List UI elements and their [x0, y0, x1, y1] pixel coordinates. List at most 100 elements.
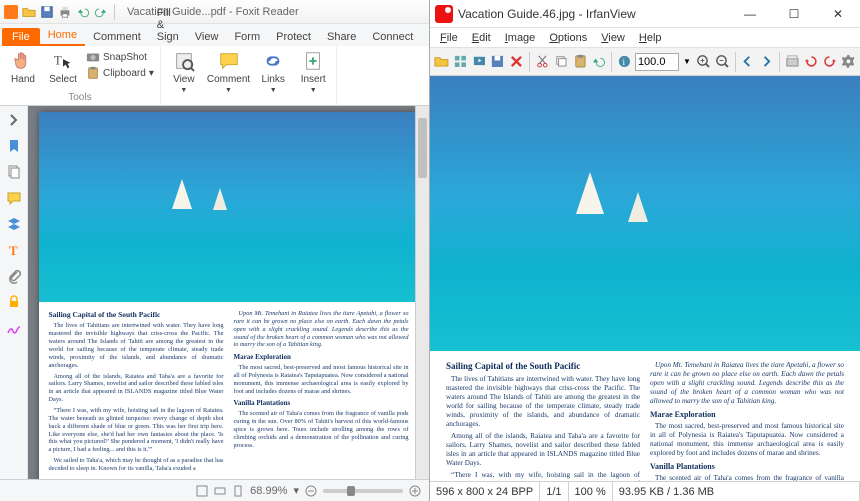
comment-icon — [218, 50, 240, 72]
open-icon[interactable] — [433, 52, 450, 72]
paragraph: “There I was, with my wife, hoisting sai… — [49, 407, 224, 454]
print-icon[interactable] — [58, 5, 72, 19]
comments-panel-icon[interactable] — [6, 190, 22, 206]
tab-view[interactable]: View — [187, 28, 227, 46]
chevron-down-icon: ▼ — [180, 87, 187, 94]
prev-image-icon[interactable] — [739, 52, 756, 72]
next-image-icon[interactable] — [758, 52, 775, 72]
fit-visible-icon[interactable] — [232, 485, 244, 497]
save-icon[interactable] — [40, 5, 54, 19]
paragraph: We sailed to Taha'a, which may be though… — [49, 457, 224, 473]
paragraph: The scented air of Taha'a comes from the… — [650, 474, 844, 481]
irfanview-toolbar: i ▼ — [430, 48, 860, 76]
menu-view[interactable]: View — [595, 30, 631, 46]
security-icon[interactable] — [6, 294, 22, 310]
links-icon — [262, 50, 284, 72]
zoom-out-icon[interactable] — [305, 485, 317, 497]
irfanview-menubar: File Edit Image Options View Help — [430, 28, 860, 48]
settings-icon[interactable] — [840, 52, 857, 72]
insert-button[interactable]: Insert▼ — [296, 50, 330, 94]
page-text-columns: Sailing Capital of the South Pacific The… — [430, 351, 860, 481]
pages-icon[interactable] — [6, 164, 22, 180]
comment-button[interactable]: Comment▼ — [207, 50, 250, 94]
hand-icon — [12, 50, 34, 72]
thumbnails-icon[interactable] — [452, 52, 469, 72]
open-icon[interactable] — [22, 5, 36, 19]
fit-width-icon[interactable] — [214, 485, 226, 497]
irfanview-title: Vacation Guide.46.jpg - IrfanView — [458, 7, 728, 21]
chevron-down-icon[interactable]: ▾ — [293, 484, 299, 497]
menu-options[interactable]: Options — [543, 30, 593, 46]
tab-home[interactable]: Home — [40, 26, 85, 46]
rotate-left-icon[interactable] — [803, 52, 820, 72]
text-tool-icon[interactable]: T — [6, 242, 22, 258]
zoom-input[interactable] — [635, 53, 679, 71]
menu-help[interactable]: Help — [633, 30, 668, 46]
zoom-in-icon[interactable] — [409, 485, 421, 497]
tab-fill-sign[interactable]: Fill & Sign — [149, 4, 187, 46]
tab-comment[interactable]: Comment — [85, 28, 149, 46]
maximize-button[interactable]: ☐ — [772, 0, 816, 28]
snapshot-button[interactable]: SnapShot — [86, 50, 154, 64]
cut-icon[interactable] — [534, 52, 551, 72]
separator — [611, 52, 612, 72]
hand-tool-button[interactable]: Hand — [6, 50, 40, 85]
view-button[interactable]: View ▼ — [167, 50, 201, 94]
save-icon[interactable] — [489, 52, 506, 72]
signatures-icon[interactable] — [6, 320, 22, 336]
foxit-titlebar: Vacation Guide...pdf - Foxit Reader — [0, 0, 429, 24]
undo-icon[interactable] — [76, 5, 90, 19]
delete-icon[interactable] — [508, 52, 525, 72]
links-button[interactable]: Links▼ — [256, 50, 290, 94]
menu-file[interactable]: File — [434, 30, 464, 46]
sailboat-shape — [172, 179, 192, 209]
tab-file[interactable]: File — [2, 28, 40, 46]
irfanview-image-area[interactable]: Sailing Capital of the South Pacific The… — [430, 76, 860, 481]
sailboat-shape — [628, 192, 648, 222]
svg-text:T: T — [54, 54, 62, 68]
attachments-icon[interactable] — [6, 268, 22, 284]
view-label: View — [173, 74, 195, 85]
irfanview-window: Vacation Guide.46.jpg - IrfanView — ☐ ✕ … — [430, 0, 860, 501]
page-hero-image — [39, 112, 419, 302]
menu-edit[interactable]: Edit — [466, 30, 497, 46]
foxit-window: Vacation Guide...pdf - Foxit Reader File… — [0, 0, 430, 501]
zoom-slider[interactable] — [323, 489, 403, 493]
comment-label: Comment — [207, 74, 250, 85]
foxit-document-area[interactable]: Sailing Capital of the South Pacific The… — [28, 106, 429, 479]
paste-icon[interactable] — [572, 52, 589, 72]
minimize-button[interactable]: — — [728, 0, 772, 28]
clipboard-button[interactable]: Clipboard▾ — [86, 66, 154, 80]
tab-protect[interactable]: Protect — [268, 28, 319, 46]
tab-connect[interactable]: Connect — [364, 28, 421, 46]
paragraph: The lives of Tahitians are intertwined w… — [446, 375, 640, 429]
bookmarks-icon[interactable] — [6, 138, 22, 154]
zoom-in-icon[interactable] — [695, 52, 712, 72]
scan-icon[interactable] — [784, 52, 801, 72]
menu-image[interactable]: Image — [499, 30, 542, 46]
right-column: Upon Mt. Temehani in Raiatea lives the t… — [234, 310, 409, 479]
rotate-right-icon[interactable] — [821, 52, 838, 72]
fit-page-icon[interactable] — [196, 485, 208, 497]
zoom-dropdown-icon[interactable]: ▼ — [681, 57, 693, 66]
clipboard-icon — [86, 66, 100, 80]
zoom-out-icon[interactable] — [714, 52, 731, 72]
vertical-scrollbar[interactable] — [415, 106, 429, 479]
undo-icon[interactable] — [590, 52, 607, 72]
nav-collapse-icon[interactable] — [6, 112, 22, 128]
tab-share[interactable]: Share — [319, 28, 364, 46]
select-tool-button[interactable]: T Select — [46, 50, 80, 85]
paragraph: The scented air of Taha'a comes from the… — [234, 410, 409, 449]
slideshow-icon[interactable] — [471, 52, 488, 72]
snapshot-clipboard-group: SnapShot Clipboard▾ — [86, 50, 154, 80]
paragraph: Upon Mt. Temehani in Raiatea lives the t… — [234, 310, 409, 349]
tab-form[interactable]: Form — [226, 28, 268, 46]
image-page: Sailing Capital of the South Pacific The… — [430, 76, 860, 481]
redo-icon[interactable] — [94, 5, 108, 19]
clipboard-label: Clipboard — [103, 68, 146, 79]
left-column: Sailing Capital of the South Pacific The… — [446, 361, 640, 471]
layers-icon[interactable] — [6, 216, 22, 232]
copy-icon[interactable] — [553, 52, 570, 72]
info-icon[interactable]: i — [616, 52, 633, 72]
close-button[interactable]: ✕ — [816, 0, 860, 28]
